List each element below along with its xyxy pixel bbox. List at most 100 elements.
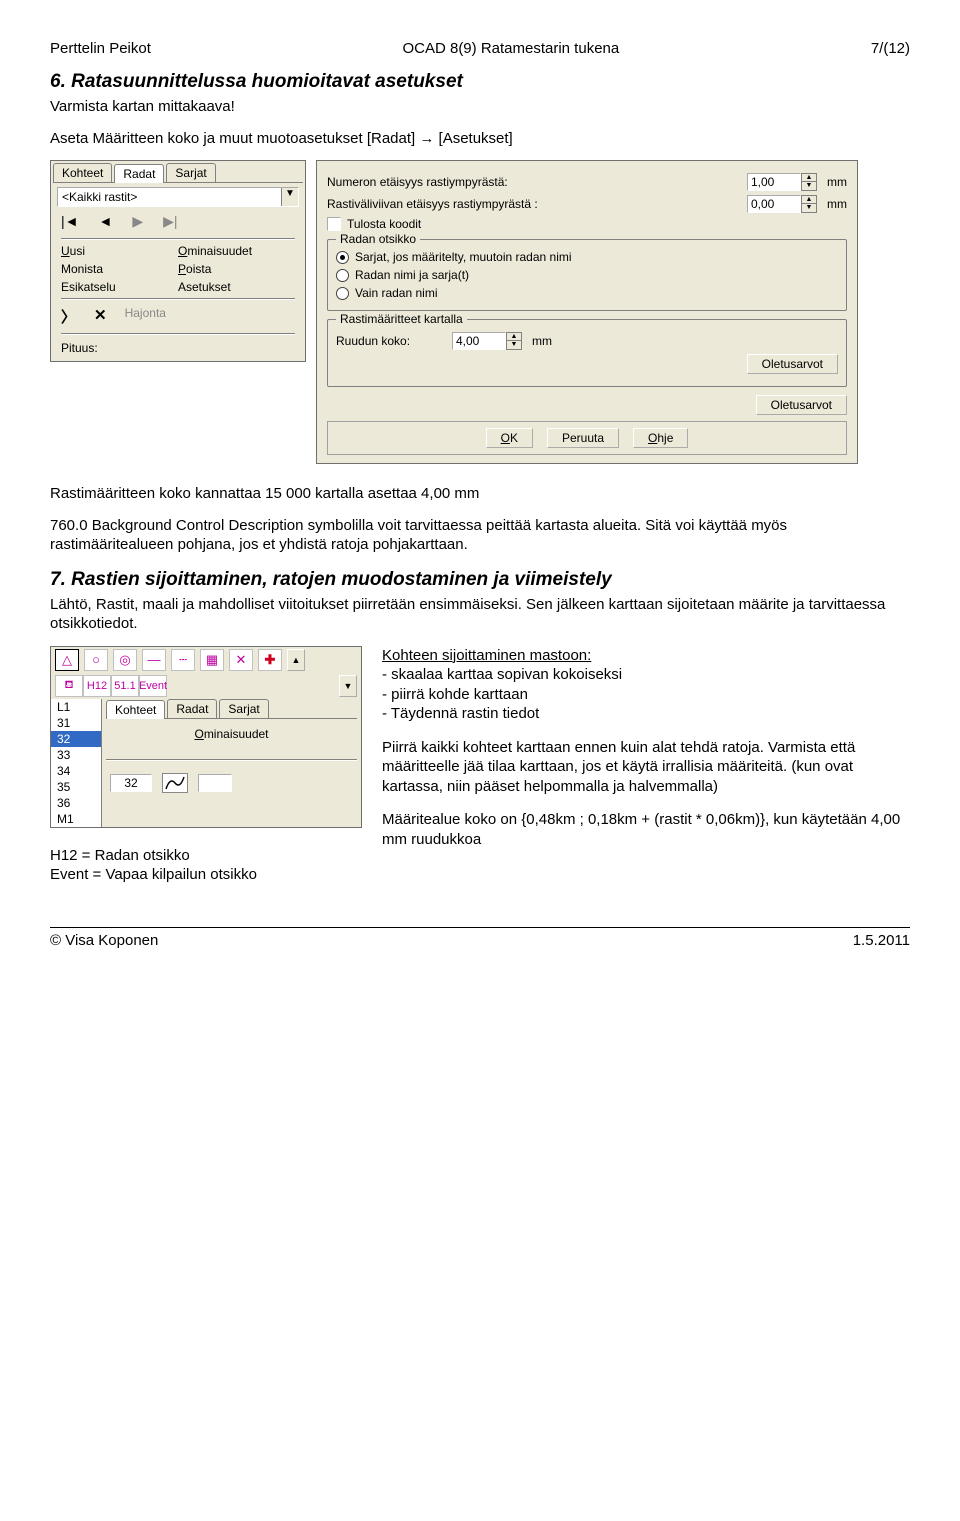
radio-nimi-sarja[interactable] xyxy=(336,269,349,282)
symbol-toolbar-2: ⛾ H12 51.1 Event ▼ xyxy=(51,673,361,699)
tool-panel: △ ○ ◎ ― ┄ ▦ ✕ ✚ ▲ ⛾ H12 51.1 Event ▼ L1 xyxy=(50,646,362,828)
label-ruudun-koko: Ruudun koko: xyxy=(336,334,446,348)
footer-right: 1.5.2011 xyxy=(853,932,910,949)
scroll-up-icon[interactable]: ▲ xyxy=(287,649,305,671)
list-item[interactable]: 33 xyxy=(51,747,101,763)
btn-oletus-2[interactable]: Oletusarvot xyxy=(756,395,847,415)
num-ruutu[interactable]: ▲▼ xyxy=(452,332,522,350)
help-button[interactable]: Ohje xyxy=(633,428,688,448)
pituus-label: Pituus: xyxy=(53,337,303,359)
section-6-title: 6. Ratasuunnittelussa huomioitavat asetu… xyxy=(50,71,910,93)
circle-icon[interactable]: ○ xyxy=(84,649,108,671)
spin-down-icon[interactable]: ▼ xyxy=(802,182,816,189)
link-monista[interactable]: Monista xyxy=(61,260,178,278)
u-heading: Kohteen sijoittaminen mastoon: xyxy=(382,647,591,664)
label-numero-etaisyys: Numeron etäisyys rastiympyrästä: xyxy=(327,175,741,189)
list-item[interactable]: M1 xyxy=(51,811,101,827)
unit-mm-2: mm xyxy=(827,197,847,211)
event-box[interactable]: Event xyxy=(139,675,167,697)
list-item[interactable]: 34 xyxy=(51,763,101,779)
spinner-1[interactable]: ▲▼ xyxy=(801,173,817,191)
tab-radat-2[interactable]: Radat xyxy=(167,699,217,718)
link-ominaisuudet[interactable]: Ominaisuudet xyxy=(178,242,295,260)
radio-label-1: Sarjat, jos määritelty, muutoin radan ni… xyxy=(355,250,572,264)
radio-sarjat[interactable] xyxy=(336,251,349,264)
section-6-line2: Aseta Määritteen koko ja muut muotoasetu… xyxy=(50,129,910,149)
list-item[interactable]: 32 xyxy=(51,731,101,747)
tab-sarjat-2[interactable]: Sarjat xyxy=(219,699,268,718)
spin-up-icon[interactable]: ▲ xyxy=(507,333,521,341)
num-input-1[interactable] xyxy=(747,173,801,191)
last-icon[interactable]: ▶| xyxy=(163,213,177,230)
list-item[interactable]: L1 xyxy=(51,699,101,715)
caption-h12: H12 = Radan otsikko xyxy=(50,847,190,864)
ok-button[interactable]: OK xyxy=(486,428,533,448)
spin-up-icon[interactable]: ▲ xyxy=(802,174,816,182)
rastit-dropdown[interactable]: <Kaikki rastit> ▼ xyxy=(57,187,299,207)
radio-vain-nimi[interactable] xyxy=(336,287,349,300)
num-etaisyys-2[interactable]: ▲▼ xyxy=(747,195,817,213)
right-p3: Määritealue koko on {0,48km ; 0,18km + (… xyxy=(382,810,910,849)
code-listbox[interactable]: L1 31 32 33 34 35 36 M1 xyxy=(51,699,102,827)
spin-up-icon[interactable]: ▲ xyxy=(802,196,816,204)
page-footer: © Visa Koponen 1.5.2011 xyxy=(50,927,910,949)
link-asetukset[interactable]: Asetukset xyxy=(178,278,295,296)
dashline-icon[interactable]: ┄ xyxy=(171,649,195,671)
caption-event: Event = Vapaa kilpailun otsikko xyxy=(50,866,257,883)
list-item[interactable]: 31 xyxy=(51,715,101,731)
unit-mm-3: mm xyxy=(532,334,552,348)
radio-label-3: Vain radan nimi xyxy=(355,286,438,300)
mid-text-1: Rastimääritteen koko kannattaa 15 000 ka… xyxy=(50,484,910,504)
btn-oletus-1[interactable]: Oletusarvot xyxy=(747,354,838,374)
spin-down-icon[interactable]: ▼ xyxy=(802,204,816,211)
x-icon[interactable]: ✕ xyxy=(229,649,253,671)
header-center: OCAD 8(9) Ratamestarin tukena xyxy=(402,40,619,57)
tab-radat[interactable]: Radat xyxy=(114,164,164,183)
list-item[interactable]: 36 xyxy=(51,795,101,811)
section-6-line1: Varmista kartan mittakaava! xyxy=(50,97,910,117)
h12-box[interactable]: H12 xyxy=(83,675,111,697)
radat-panel: Kohteet Radat Sarjat <Kaikki rastit> ▼ |… xyxy=(50,160,306,362)
play-icon[interactable]: ▶ xyxy=(132,213,143,230)
link-ominaisuudet-2[interactable]: Ominaisuudet xyxy=(194,727,268,741)
num-input-2[interactable] xyxy=(747,195,801,213)
bullet-3: - Täydennä rastin tiedot xyxy=(382,705,539,722)
symbol-toolbar: △ ○ ◎ ― ┄ ▦ ✕ ✚ ▲ xyxy=(51,647,361,673)
spinner-ruutu[interactable]: ▲▼ xyxy=(506,332,522,350)
link-esikatselu[interactable]: Esikatselu xyxy=(61,278,178,296)
link-uusi[interactable]: Uusi xyxy=(61,242,178,260)
first-icon[interactable]: |◄ xyxy=(61,213,79,230)
chevron-down-icon[interactable]: ▼ xyxy=(281,188,298,206)
link-hajonta: Hajonta xyxy=(125,306,166,327)
right-text-block: Kohteen sijoittaminen mastoon: - skaalaa… xyxy=(382,646,910,897)
close-icon[interactable]: ✕ xyxy=(94,306,107,327)
plus-icon[interactable]: ✚ xyxy=(258,649,282,671)
right-p2: Piirrä kaikki kohteet karttaan ennen kui… xyxy=(382,738,910,797)
tab-kohteet[interactable]: Kohteet xyxy=(53,163,112,182)
radio-label-2: Radan nimi ja sarja(t) xyxy=(355,268,469,282)
tab-sarjat[interactable]: Sarjat xyxy=(166,163,215,182)
prev-icon[interactable]: ◄ xyxy=(99,213,113,230)
list-item[interactable]: 35 xyxy=(51,779,101,795)
legend-radan-otsikko: Radan otsikko xyxy=(336,232,420,246)
num-box[interactable]: 51.1 xyxy=(111,675,139,697)
checkbox-tulosta[interactable] xyxy=(327,217,341,231)
tab-kohteet-2[interactable]: Kohteet xyxy=(106,700,165,719)
line-icon[interactable]: ― xyxy=(142,649,166,671)
cup-icon[interactable]: ⛾ xyxy=(55,675,83,697)
triangle-icon[interactable]: △ xyxy=(55,649,79,671)
spin-down-icon[interactable]: ▼ xyxy=(507,341,521,348)
bullet-1: - skaalaa karttaa sopivan kokoiseksi xyxy=(382,666,622,683)
scroll-down-icon[interactable]: ▼ xyxy=(339,675,357,697)
spinner-2[interactable]: ▲▼ xyxy=(801,195,817,213)
num-input-ruutu[interactable] xyxy=(452,332,506,350)
label-viiva-etaisyys: Rastiväliviivan etäisyys rastiympyrästä … xyxy=(327,197,741,211)
cancel-button[interactable]: Peruuta xyxy=(547,428,619,448)
header-right: 7/(12) xyxy=(871,40,910,57)
link-poista[interactable]: Poista xyxy=(178,260,295,278)
page-header: Perttelin Peikot OCAD 8(9) Ratamestarin … xyxy=(50,40,910,57)
double-circle-icon[interactable]: ◎ xyxy=(113,649,137,671)
num-etaisyys-1[interactable]: ▲▼ xyxy=(747,173,817,191)
hatch-icon[interactable]: ▦ xyxy=(200,649,224,671)
forward-icon[interactable]: 〉 xyxy=(61,306,76,327)
